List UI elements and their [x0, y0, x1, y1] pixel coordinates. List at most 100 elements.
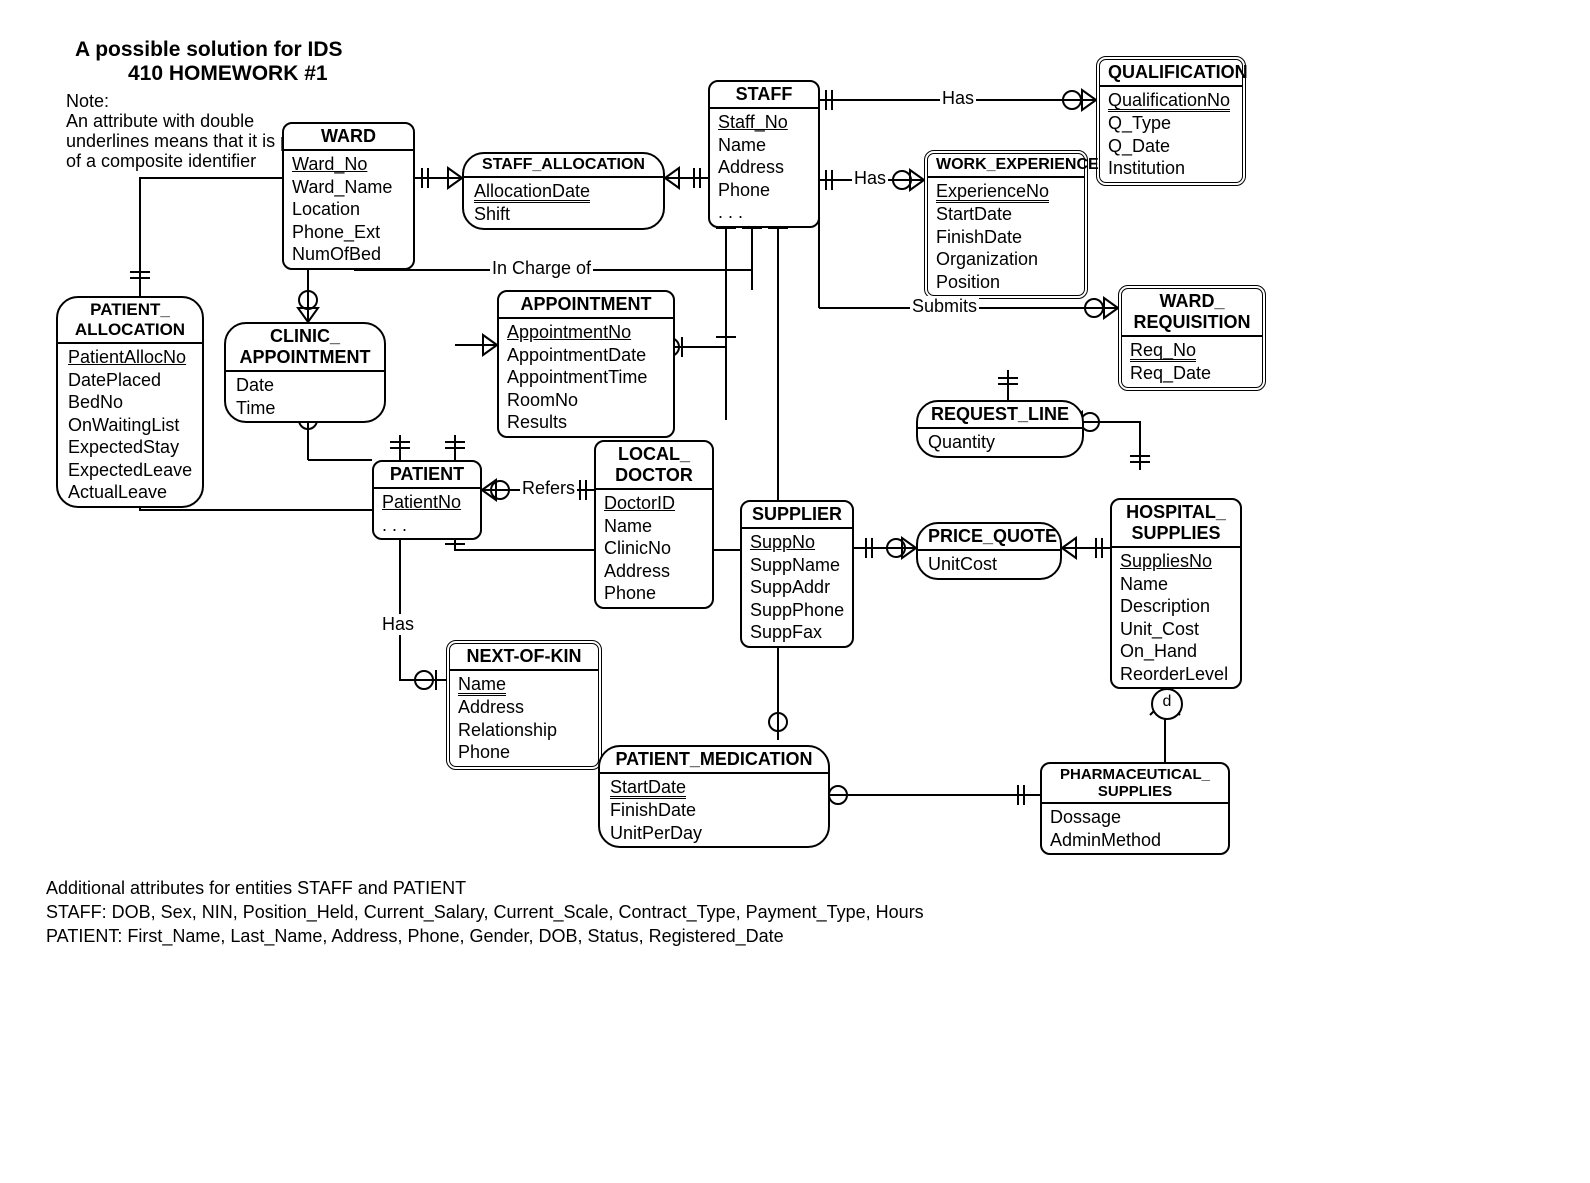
- ldoc-a1: Name: [604, 516, 652, 536]
- rel-has-qual: Has: [940, 88, 976, 109]
- pquote-a1: UnitCost: [928, 554, 997, 574]
- staff-a3: Phone: [718, 180, 770, 200]
- entity-qualification: QUALIFICATION QualificationNo Q_Type Q_D…: [1096, 56, 1246, 186]
- pharm-a2: AdminMethod: [1050, 830, 1161, 850]
- qual-a1: Q_Type: [1108, 113, 1171, 133]
- assoc-clinic-appointment: CLINIC_ APPOINTMENT Date Time: [224, 322, 386, 423]
- nok-title: NEXT-OF-KIN: [450, 644, 598, 671]
- wexp-a2: FinishDate: [936, 227, 1022, 247]
- ward-a2: Location: [292, 199, 360, 219]
- rel-refers: Refers: [520, 478, 577, 499]
- qual-pk: QualificationNo: [1108, 91, 1230, 112]
- supp-a1: SuppName: [750, 555, 840, 575]
- ldoc-title: LOCAL_ DOCTOR: [596, 442, 712, 490]
- disjoint-indicator: d: [1151, 688, 1183, 720]
- note-line-4: of a composite identifier: [66, 150, 256, 173]
- palloc-a6: ActualLeave: [68, 482, 167, 502]
- pharm-a1: Dossage: [1050, 807, 1121, 827]
- entity-ward: WARD Ward_No Ward_Name Location Phone_Ex…: [282, 122, 415, 270]
- ldoc-pk: DoctorID: [604, 493, 675, 513]
- appt-a2: AppointmentTime: [507, 367, 647, 387]
- entity-next-of-kin: NEXT-OF-KIN Name Address Relationship Ph…: [446, 640, 602, 770]
- entity-patient: PATIENT PatientNo . . .: [372, 460, 482, 540]
- rel-has-nok: Has: [380, 614, 416, 635]
- ldoc-a2: ClinicNo: [604, 538, 671, 558]
- wexp-pk: ExperienceNo: [936, 182, 1049, 203]
- appt-a3: RoomNo: [507, 390, 578, 410]
- hsupp-title: HOSPITAL_ SUPPLIES: [1112, 500, 1240, 548]
- wreq-pk: Req_No: [1130, 341, 1196, 362]
- salloc-pk: AllocationDate: [474, 182, 590, 203]
- staff-a4: . . .: [718, 202, 743, 222]
- pmed-pk: StartDate: [610, 778, 686, 799]
- wexp-a1: StartDate: [936, 204, 1012, 224]
- entity-work-experience: WORK_EXPERIENCE ExperienceNo StartDate F…: [924, 150, 1088, 299]
- er-diagram-canvas: A possible solution for IDS 410 HOMEWORK…: [0, 0, 1590, 1183]
- wreq-a1: Req_Date: [1130, 363, 1211, 383]
- wreq-title: WARD_ REQUISITION: [1122, 289, 1262, 337]
- wexp-a4: Position: [936, 272, 1000, 292]
- entity-staff-title: STAFF: [710, 82, 818, 109]
- rline-title: REQUEST_LINE: [918, 402, 1082, 429]
- hsupp-a3: Unit_Cost: [1120, 619, 1199, 639]
- qual-title: QUALIFICATION: [1100, 60, 1242, 87]
- nok-pk: Name: [458, 675, 506, 696]
- staff-pk: Staff_No: [718, 112, 788, 132]
- cappt-a2: Time: [236, 398, 275, 418]
- staff-a2: Address: [718, 157, 784, 177]
- ward-a4: NumOfBed: [292, 244, 381, 264]
- footer-staff: STAFF: DOB, Sex, NIN, Position_Held, Cur…: [46, 900, 924, 924]
- supp-title: SUPPLIER: [742, 502, 852, 529]
- palloc-a2: BedNo: [68, 392, 123, 412]
- rline-a1: Quantity: [928, 432, 995, 452]
- assoc-request-line: REQUEST_LINE Quantity: [916, 400, 1084, 458]
- palloc-pk: PatientAllocNo: [68, 347, 186, 367]
- wexp-title: WORK_EXPERIENCE: [928, 154, 1084, 178]
- qual-a3: Institution: [1108, 158, 1185, 178]
- ward-pk: Ward_No: [292, 154, 367, 174]
- appt-pk: AppointmentNo: [507, 322, 631, 342]
- assoc-patient-allocation: PATIENT_ ALLOCATION PatientAllocNo DateP…: [56, 296, 204, 508]
- pmed-a1: FinishDate: [610, 800, 696, 820]
- palloc-a3: OnWaitingList: [68, 415, 179, 435]
- rel-submits: Submits: [910, 296, 979, 317]
- wexp-a3: Organization: [936, 249, 1038, 269]
- ward-a1: Ward_Name: [292, 177, 392, 197]
- entity-hospital-supplies: HOSPITAL_ SUPPLIES SuppliesNo Name Descr…: [1110, 498, 1242, 689]
- cappt-title: CLINIC_ APPOINTMENT: [226, 324, 384, 372]
- ward-a3: Phone_Ext: [292, 222, 380, 242]
- entity-pharmaceutical-supplies: PHARMACEUTICAL_ SUPPLIES Dossage AdminMe…: [1040, 762, 1230, 855]
- entity-local-doctor: LOCAL_ DOCTOR DoctorID Name ClinicNo Add…: [594, 440, 714, 609]
- nok-a3: Phone: [458, 742, 510, 762]
- assoc-patient-medication: PATIENT_MEDICATION StartDate FinishDate …: [598, 745, 830, 848]
- hsupp-a2: Description: [1120, 596, 1210, 616]
- patient-a1: . . .: [382, 515, 407, 535]
- ldoc-a3: Address: [604, 561, 670, 581]
- supp-a4: SuppFax: [750, 622, 822, 642]
- pmed-title: PATIENT_MEDICATION: [600, 747, 828, 774]
- page-title-1: A possible solution for IDS: [75, 38, 343, 62]
- qual-a2: Q_Date: [1108, 136, 1170, 156]
- hsupp-a1: Name: [1120, 574, 1168, 594]
- entity-ward-title: WARD: [284, 124, 413, 151]
- supp-a2: SuppAddr: [750, 577, 830, 597]
- patient-pk: PatientNo: [382, 492, 461, 512]
- entity-ward-requisition: WARD_ REQUISITION Req_No Req_Date: [1118, 285, 1266, 391]
- patient-title: PATIENT: [374, 462, 480, 489]
- hsupp-a4: On_Hand: [1120, 641, 1197, 661]
- appt-a1: AppointmentDate: [507, 345, 646, 365]
- pharm-title: PHARMACEUTICAL_ SUPPLIES: [1042, 764, 1228, 804]
- palloc-a5: ExpectedLeave: [68, 460, 192, 480]
- supp-pk: SuppNo: [750, 532, 815, 552]
- footer-heading: Additional attributes for entities STAFF…: [46, 876, 466, 900]
- cappt-a1: Date: [236, 375, 274, 395]
- appt-a4: Results: [507, 412, 567, 432]
- palloc-a4: ExpectedStay: [68, 437, 179, 457]
- hsupp-pk: SuppliesNo: [1120, 551, 1212, 571]
- entity-appointment: APPOINTMENT AppointmentNo AppointmentDat…: [497, 290, 675, 438]
- nok-a1: Address: [458, 697, 524, 717]
- supp-a3: SuppPhone: [750, 600, 844, 620]
- salloc-a1: Shift: [474, 204, 510, 224]
- ldoc-a4: Phone: [604, 583, 656, 603]
- nok-a2: Relationship: [458, 720, 557, 740]
